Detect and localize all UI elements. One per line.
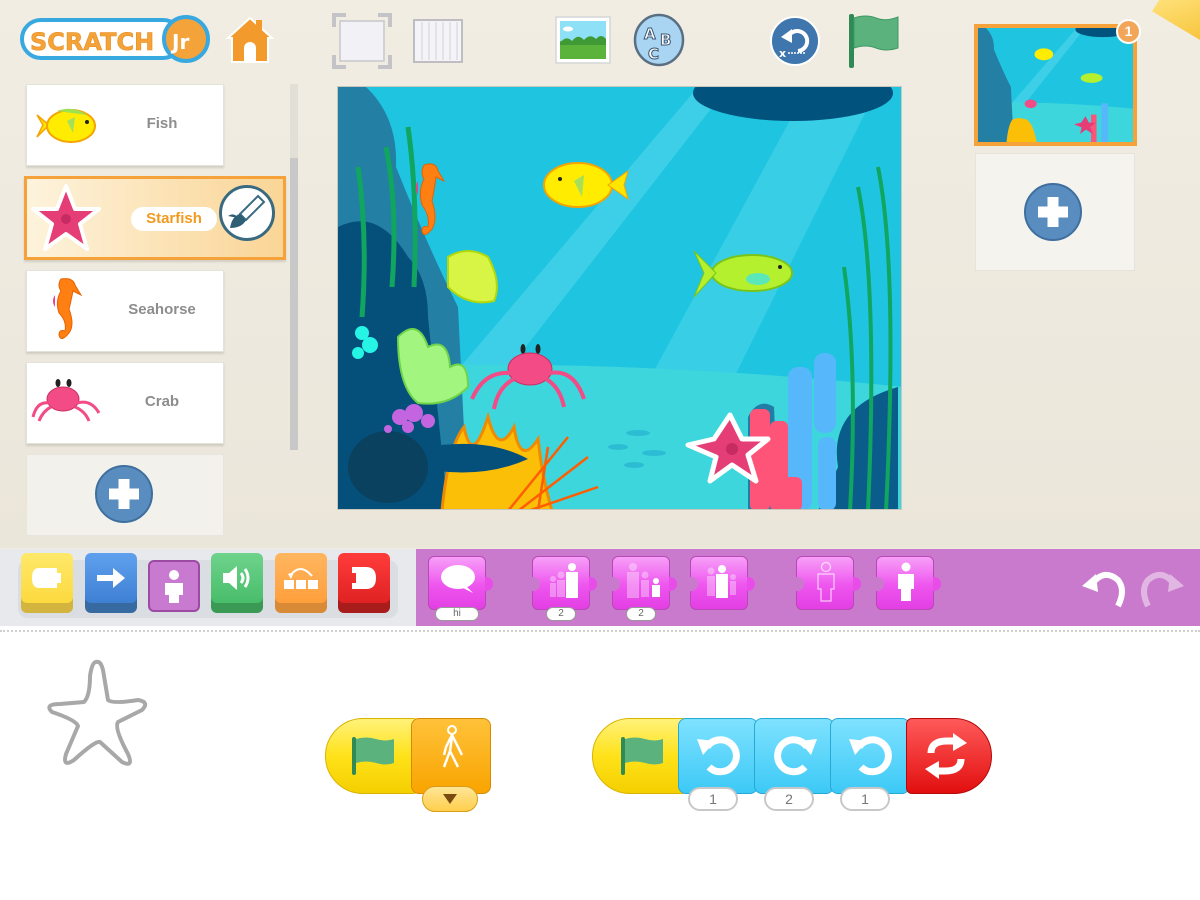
add-character-button[interactable] [95, 465, 153, 523]
add-text-icon: A B C [633, 13, 685, 67]
starfish-thumbnail-icon [31, 184, 101, 251]
redo-icon [1141, 571, 1184, 608]
selected-character-outline-icon [47, 659, 148, 766]
walking-person-icon [442, 725, 464, 768]
shrink-icon [627, 563, 660, 598]
sprite-card-fish[interactable]: Fish [26, 84, 224, 166]
rotate-left-icon [849, 736, 892, 776]
turn-right-block[interactable] [754, 718, 834, 794]
hide-person-icon [817, 561, 835, 602]
sprite-list-scroll-track [290, 84, 298, 158]
full-screen-icon [332, 13, 392, 69]
reset-characters-button[interactable]: x [768, 15, 822, 67]
page-number-badge: 1 [1116, 19, 1141, 44]
undo-button[interactable] [1078, 564, 1128, 610]
page-thumbnail-image [978, 28, 1133, 142]
end-block-icon [352, 567, 376, 589]
sprite-name: Crab [144, 393, 180, 410]
green-flag-button[interactable] [846, 12, 900, 70]
speech-bubble-icon [441, 565, 475, 593]
reset-size-block[interactable] [690, 556, 755, 610]
category-sound[interactable] [211, 553, 263, 613]
add-character-slot [26, 454, 224, 536]
svg-text:C: C [648, 45, 659, 63]
svg-text:SCRATCH: SCRATCH [30, 28, 154, 56]
redo-button[interactable] [1138, 564, 1188, 610]
rotate-right-icon [774, 736, 817, 776]
category-motion[interactable] [85, 553, 137, 613]
turn-left-amount-field[interactable]: 1 [840, 787, 890, 811]
sprite-name-pill[interactable]: Starfish [131, 207, 217, 231]
add-page-button[interactable] [1024, 183, 1082, 241]
person-icon [165, 570, 183, 603]
say-block[interactable] [428, 556, 493, 610]
scripting-area-divider [0, 630, 1200, 632]
sprite-card-seahorse[interactable]: Seahorse [26, 270, 224, 352]
grid-icon [413, 19, 463, 63]
home-button[interactable] [224, 14, 276, 66]
change-background-icon [555, 16, 611, 64]
turn-left-block[interactable] [830, 718, 910, 794]
svg-text:B: B [660, 31, 671, 49]
arrow-right-icon [97, 568, 125, 588]
full-screen-button[interactable] [332, 13, 392, 69]
turn-left-block[interactable] [678, 718, 758, 794]
fish-thumbnail-icon [36, 108, 96, 143]
walk-animation-block[interactable] [411, 718, 491, 794]
repeat-forever-icon [925, 733, 967, 779]
green-flag-trigger-block[interactable] [325, 718, 419, 794]
green-flag-trigger-block[interactable] [592, 718, 688, 794]
turn-right-amount-field[interactable]: 2 [764, 787, 814, 811]
green-flag-icon [849, 14, 899, 68]
category-control[interactable] [275, 553, 327, 613]
undo-icon [1082, 571, 1125, 608]
repeat-blocks-icon [284, 568, 318, 589]
seahorse-thumbnail-icon [53, 278, 83, 339]
sprite-name: Fish [146, 115, 178, 132]
sprite-name: Seahorse [128, 301, 196, 318]
show-person-icon [898, 562, 914, 601]
add-text-button[interactable]: A B C [632, 13, 686, 67]
speaker-icon [223, 566, 250, 590]
green-flag-icon [352, 737, 394, 775]
chevron-down-icon [443, 794, 457, 804]
home-icon [225, 16, 275, 63]
svg-text:Jr: Jr [170, 30, 189, 54]
add-page-slot [975, 153, 1135, 271]
trigger-block-icon [32, 568, 61, 588]
grid-button[interactable] [412, 18, 464, 64]
animation-dropdown[interactable] [422, 786, 478, 812]
scratchjr-logo[interactable]: SCRATCH Jr [20, 14, 212, 64]
rotate-left-icon [697, 736, 740, 776]
show-block[interactable] [876, 556, 941, 610]
sprite-card-crab[interactable]: Crab [26, 362, 224, 444]
grow-icon [550, 563, 578, 598]
underwater-background [338, 87, 901, 509]
reset-characters-icon: x [770, 16, 820, 66]
turn-left-amount-field[interactable]: 1 [688, 787, 738, 811]
hide-block[interactable] [796, 556, 861, 610]
sprite-card-starfish[interactable]: Starfish [24, 176, 286, 260]
crab-thumbnail-icon [31, 379, 101, 422]
grow-amount-field[interactable]: 2 [546, 607, 576, 621]
change-background-button[interactable] [554, 15, 612, 65]
green-flag-icon [621, 737, 663, 775]
say-text-field[interactable]: hi [435, 607, 479, 621]
sprite-list-scrollbar[interactable] [290, 158, 298, 450]
category-end[interactable] [338, 553, 390, 613]
shrink-amount-field[interactable]: 2 [626, 607, 656, 621]
category-looks[interactable] [148, 560, 200, 612]
paintbrush-icon [228, 194, 266, 228]
shrink-block[interactable] [612, 556, 677, 610]
stage[interactable] [337, 86, 902, 510]
svg-text:A: A [644, 25, 656, 43]
paint-editor-button[interactable] [219, 185, 275, 241]
page-thumbnail-1[interactable] [974, 24, 1137, 146]
reset-size-icon [707, 565, 736, 598]
svg-text:x: x [779, 47, 786, 60]
category-triggering[interactable] [21, 553, 73, 613]
grow-block[interactable] [532, 556, 597, 610]
repeat-forever-block[interactable] [906, 718, 992, 794]
